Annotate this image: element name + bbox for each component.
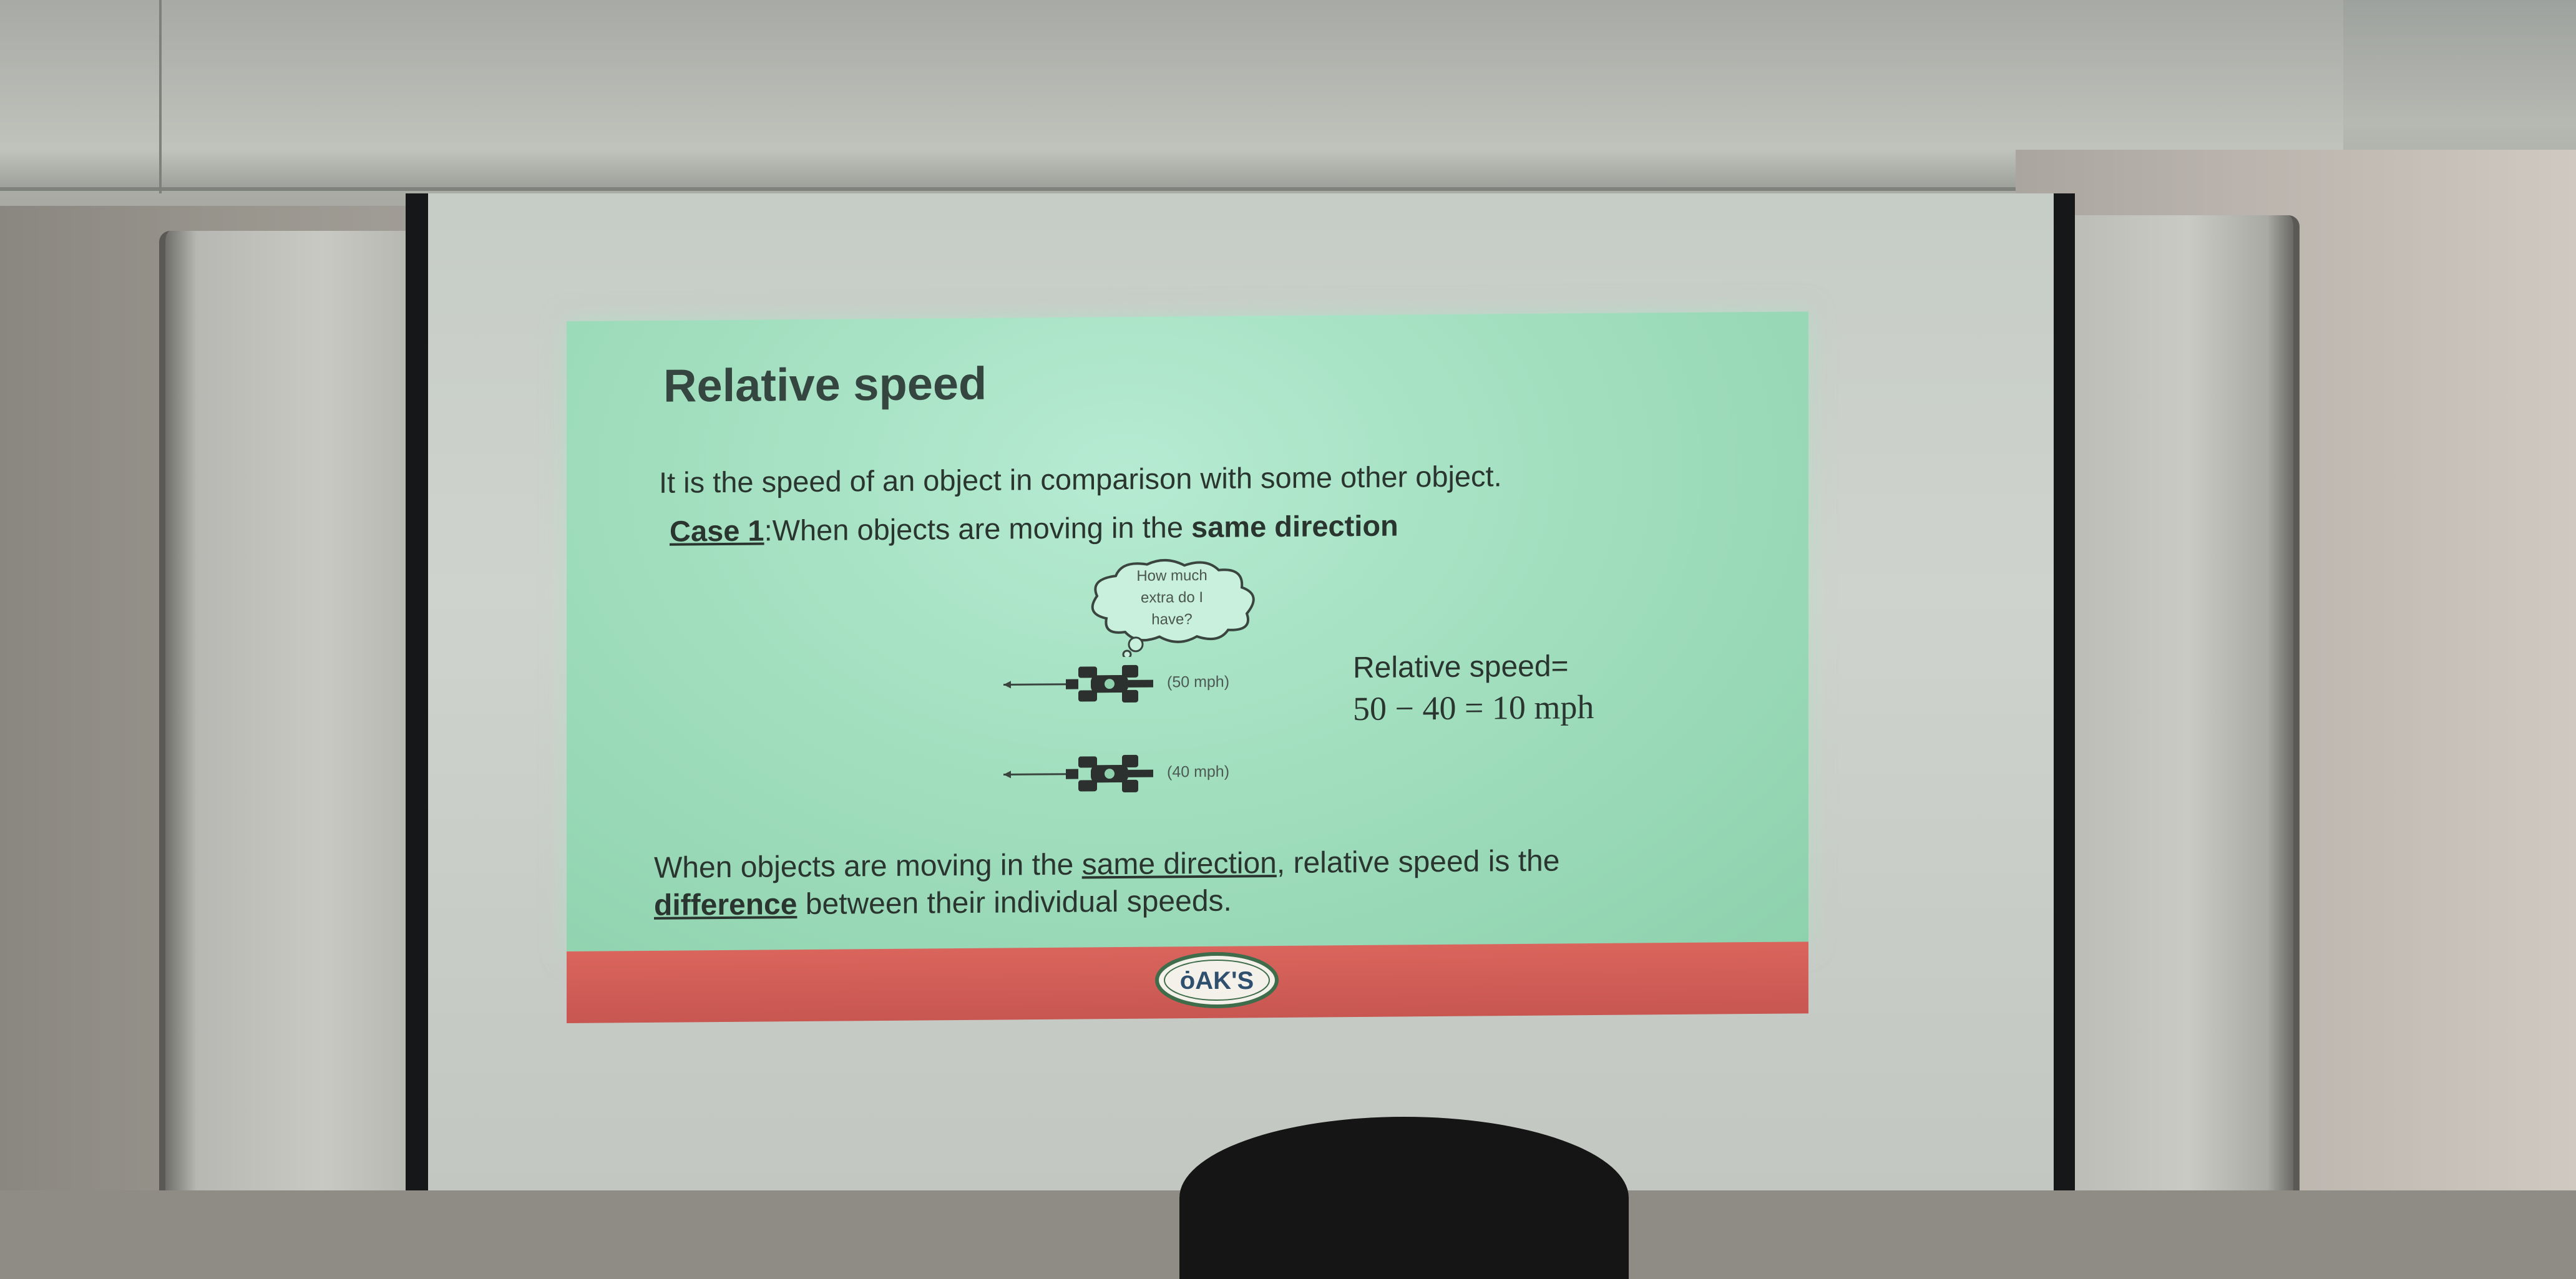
case-text: :When objects are moving in the [764,510,1192,547]
car-speed-label-1: (50 mph) [1167,673,1230,691]
summary-difference: difference [654,888,798,922]
thought-line-1: How much [1136,567,1208,585]
summary-text: When objects are moving in the same dire… [654,842,1715,925]
summary-part-2: , relative speed is the [1276,844,1560,880]
summary-part-1: When objects are moving in the [654,848,1082,885]
ceiling-beam [0,0,2343,191]
slide-body: Relative speed It is the speed of an obj… [567,311,1808,945]
summary-same-direction: same direction [1081,847,1277,882]
car-speed-label-2: (40 mph) [1167,762,1230,781]
case-heading: Case 1:When objects are moving in the sa… [670,508,1398,548]
definition-text: It is the speed of an object in comparis… [659,459,1502,499]
logo-text: ȯAK'S [1180,967,1254,995]
ceiling-seam [159,0,162,193]
oaks-logo: ȯAK'S [1155,952,1279,1008]
projected-slide: Relative speed It is the speed of an obj… [567,311,1808,1023]
relative-speed-equation: 50 − 40 = 10 mph [1353,688,1594,728]
slide-title: Relative speed [663,357,987,412]
audience-head [1179,1117,1629,1279]
relative-speed-label: Relative speed= [1353,649,1569,685]
summary-part-3: between their individual speeds. [797,884,1232,922]
whiteboard-frame-left [159,231,427,1190]
thought-line-3: have? [1151,611,1193,628]
thought-line-2: extra do I [1140,588,1204,606]
case-emphasis: same direction [1191,508,1398,544]
thought-bubble-text: How much extra do I have? [1110,565,1234,631]
case-label: Case 1 [670,513,764,548]
